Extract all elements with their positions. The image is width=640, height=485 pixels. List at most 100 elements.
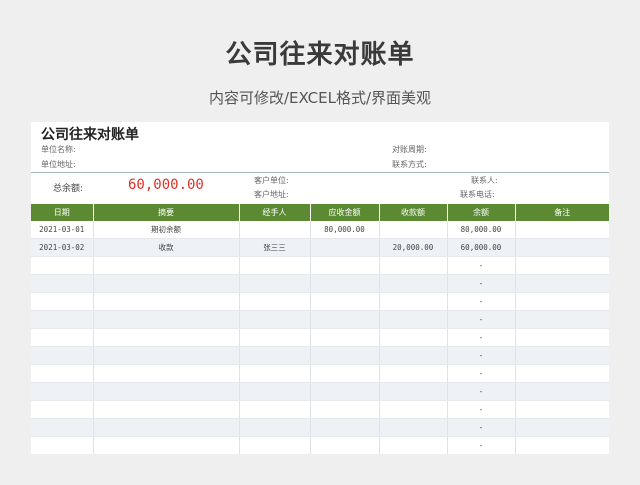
table-cell-received[interactable] [379,221,448,239]
table-cell-received[interactable] [379,346,448,365]
table-cell-handler[interactable] [239,418,311,437]
table-cell-balance[interactable]: - [447,310,516,329]
table-cell-handler[interactable] [239,436,311,454]
table-cell-handler[interactable] [239,292,311,311]
table-cell-date[interactable]: 2021-03-01 [31,221,94,239]
table-cell-summary[interactable]: 收款 [93,238,240,257]
table-cell-remark[interactable] [515,346,609,365]
customer-address-label: 客户地址: [254,190,289,199]
table-cell-summary[interactable] [93,256,240,275]
table-cell-date[interactable]: 2021-03-02 [31,238,94,257]
table-cell-date[interactable] [31,328,94,347]
table-cell-balance[interactable]: - [447,346,516,365]
table-cell-receivable[interactable] [310,436,380,454]
table-cell-receivable[interactable] [310,238,380,257]
table-cell-balance[interactable]: - [447,418,516,437]
period-label: 对账周期: [392,145,427,154]
table-cell-remark[interactable] [515,221,609,239]
table-cell-remark[interactable] [515,418,609,437]
table-cell-received[interactable] [379,436,448,454]
table-cell-handler[interactable] [239,364,311,383]
table-cell-balance[interactable]: - [447,382,516,401]
table-cell-summary[interactable] [93,364,240,383]
table-cell-date[interactable] [31,418,94,437]
table-cell-receivable[interactable] [310,346,380,365]
table-cell-receivable[interactable] [310,274,380,293]
table-cell-balance[interactable]: - [447,274,516,293]
table-cell-summary[interactable] [93,328,240,347]
table-cell-date[interactable] [31,310,94,329]
table-cell-summary[interactable] [93,418,240,437]
table-cell-receivable[interactable] [310,400,380,419]
table-cell-remark[interactable] [515,328,609,347]
table-cell-receivable[interactable] [310,418,380,437]
table-cell-remark[interactable] [515,400,609,419]
table-row: - [31,400,609,419]
table-cell-received[interactable] [379,310,448,329]
table-cell-date[interactable] [31,382,94,401]
table-cell-receivable[interactable] [310,292,380,311]
column-header-remark: 备注 [515,204,609,221]
table-cell-balance[interactable]: - [447,256,516,275]
table-row: - [31,292,609,311]
table-cell-balance[interactable]: 80,000.00 [447,221,516,239]
table-cell-summary[interactable] [93,274,240,293]
table-cell-summary[interactable] [93,346,240,365]
table-cell-receivable[interactable]: 80,000.00 [310,221,380,239]
column-header-receivable: 应收金额 [310,204,380,221]
table-cell-balance[interactable]: - [447,292,516,311]
table-cell-receivable[interactable] [310,382,380,401]
table-cell-handler[interactable] [239,400,311,419]
table-cell-handler[interactable]: 张三三 [239,238,311,257]
table-cell-remark[interactable] [515,238,609,257]
table-cell-handler[interactable] [239,346,311,365]
table-cell-received[interactable] [379,364,448,383]
table-cell-received[interactable] [379,328,448,347]
statement-table: 日期 摘要 经手人 应收金额 收款额 余额 备注 2021-03-01 期初余额 80,000.… [31,204,609,454]
table-cell-date[interactable] [31,346,94,365]
table-cell-handler[interactable] [239,221,311,239]
table-cell-summary[interactable] [93,292,240,311]
table-cell-handler[interactable] [239,256,311,275]
table-cell-summary[interactable] [93,310,240,329]
table-cell-received[interactable] [379,256,448,275]
table-cell-date[interactable] [31,364,94,383]
table-cell-received[interactable] [379,292,448,311]
table-cell-summary[interactable] [93,436,240,454]
table-cell-received[interactable] [379,400,448,419]
table-cell-date[interactable] [31,400,94,419]
table-cell-balance[interactable]: - [447,364,516,383]
table-cell-remark[interactable] [515,274,609,293]
table-cell-summary[interactable] [93,400,240,419]
table-cell-remark[interactable] [515,256,609,275]
table-cell-received[interactable] [379,418,448,437]
table-cell-handler[interactable] [239,328,311,347]
table-cell-handler[interactable] [239,382,311,401]
table-cell-balance[interactable]: 60,000.00 [447,238,516,257]
table-cell-remark[interactable] [515,382,609,401]
table-cell-remark[interactable] [515,310,609,329]
table-cell-remark[interactable] [515,364,609,383]
table-cell-receivable[interactable] [310,310,380,329]
table-cell-date[interactable] [31,292,94,311]
table-cell-receivable[interactable] [310,256,380,275]
table-cell-remark[interactable] [515,292,609,311]
table-cell-balance[interactable]: - [447,436,516,454]
table-row: - [31,328,609,347]
table-cell-date[interactable] [31,274,94,293]
table-cell-handler[interactable] [239,274,311,293]
table-cell-receivable[interactable] [310,364,380,383]
table-cell-received[interactable]: 20,000.00 [379,238,448,257]
table-cell-received[interactable] [379,274,448,293]
table-cell-summary[interactable]: 期初余额 [93,221,240,239]
table-cell-handler[interactable] [239,310,311,329]
table-cell-received[interactable] [379,382,448,401]
table-cell-summary[interactable] [93,382,240,401]
table-cell-date[interactable] [31,436,94,454]
table-cell-receivable[interactable] [310,328,380,347]
table-row: - [31,418,609,437]
table-cell-balance[interactable]: - [447,400,516,419]
table-cell-remark[interactable] [515,436,609,454]
table-cell-balance[interactable]: - [447,328,516,347]
table-cell-date[interactable] [31,256,94,275]
